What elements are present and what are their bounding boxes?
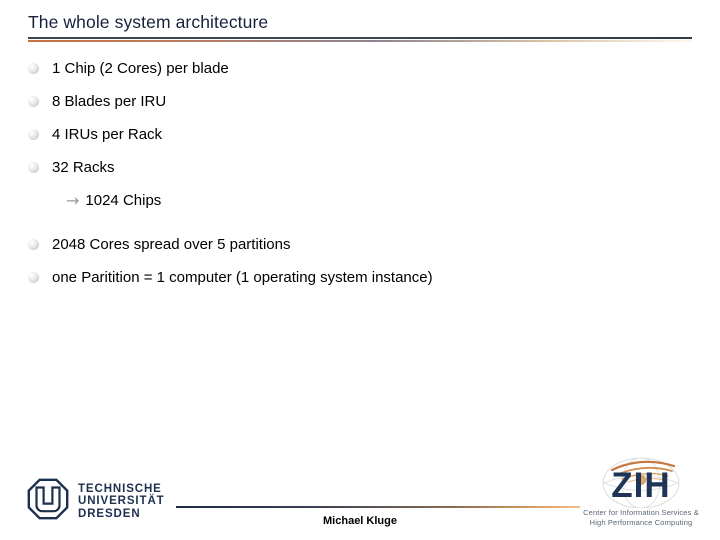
list-item-label: one Paritition = 1 computer (1 operating…: [52, 269, 433, 286]
sub-list-item-label: 1024 Chips: [85, 192, 162, 209]
sub-list-item: → 1024 Chips: [66, 190, 692, 214]
tu-dresden-line2: UNIVERSITÄT: [78, 495, 165, 508]
list-item: 1 Chip (2 Cores) per blade: [28, 58, 692, 82]
sphere-bullet-icon: [28, 272, 39, 283]
sphere-bullet-icon: [28, 162, 39, 173]
zih-wordmark: ZIH: [611, 466, 671, 505]
list-item-label: 8 Blades per IRU: [52, 93, 167, 110]
arrow-right-icon: →: [66, 191, 80, 210]
list-item: 4 IRUs per Rack: [28, 124, 692, 148]
sphere-bullet-icon: [28, 96, 39, 107]
bullet-list: 1 Chip (2 Cores) per blade 8 Blades per …: [28, 58, 692, 300]
zih-tagline: Center for Information Services & High P…: [566, 508, 716, 527]
sphere-bullet-icon: [28, 63, 39, 74]
list-item: 32 Racks: [28, 157, 692, 181]
zih-tagline-line1: Center for Information Services &: [583, 508, 699, 517]
sphere-bullet-icon: [28, 129, 39, 140]
zih-tagline-line2: High Performance Computing: [589, 517, 693, 527]
page-title: The whole system architecture: [28, 12, 269, 32]
title-divider-dark-line: [28, 37, 692, 39]
list-item-label: 1 Chip (2 Cores) per blade: [52, 60, 229, 77]
list-item-label: 2048 Cores spread over 5 partitions: [52, 236, 291, 253]
tu-dresden-line1: TECHNISCHE: [78, 482, 162, 495]
tu-dresden-logo: TECHNISCHE UNIVERSITÄT DRESDEN: [27, 478, 165, 525]
slide-canvas: The whole system architecture 1 Chip (2 …: [0, 0, 720, 540]
zih-logo: ZIH Center for Information Services & Hi…: [566, 456, 716, 534]
footer-divider: [176, 506, 580, 508]
tu-dresden-wordmark: TECHNISCHE UNIVERSITÄT DRESDEN: [78, 483, 165, 521]
list-item-label: 4 IRUs per Rack: [52, 126, 163, 143]
sphere-bullet-icon: [28, 239, 39, 250]
tu-dresden-line3: DRESDEN: [78, 507, 141, 520]
list-item: 8 Blades per IRU: [28, 91, 692, 115]
list-item-label: 32 Racks: [52, 159, 115, 176]
tu-dresden-octagon-icon: [27, 478, 69, 525]
list-item: 2048 Cores spread over 5 partitions: [28, 234, 692, 258]
list-item: one Paritition = 1 computer (1 operating…: [28, 267, 692, 291]
title-block: The whole system architecture: [28, 11, 692, 33]
title-divider-orange-line: [28, 40, 692, 42]
title-divider: [28, 37, 692, 44]
